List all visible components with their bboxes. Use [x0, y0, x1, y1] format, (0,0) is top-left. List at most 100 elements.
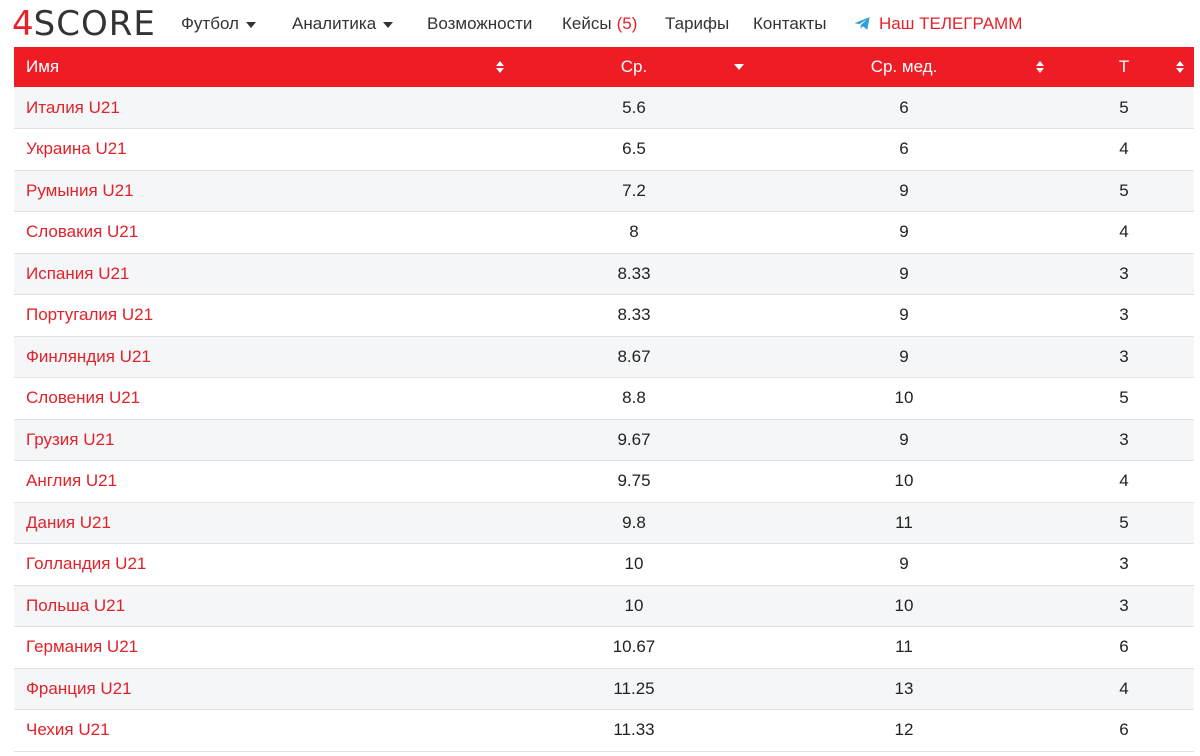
sort-icon — [496, 61, 504, 73]
avg-cell: 8.67 — [617, 346, 651, 366]
team-cell: Испания U21 — [14, 253, 514, 295]
avg-cell: 10 — [624, 595, 644, 615]
avg-cell: 5.6 — [622, 97, 646, 117]
column-header-t[interactable]: Т — [1054, 47, 1194, 87]
team-cell: Португалия U21 — [14, 295, 514, 337]
table-row: Польша U21 10 10 3 — [14, 585, 1194, 627]
avg-cell: 8.8 — [622, 388, 646, 408]
avg-cell: 8.33 — [617, 305, 651, 325]
t-cell: 3 — [1119, 554, 1129, 574]
avg-cell: 10.67 — [612, 637, 656, 657]
team-link[interactable]: Румыния U21 — [26, 181, 134, 200]
nav-cases-label: Кейсы — [562, 13, 612, 33]
nav-analytics-dropdown[interactable]: Аналитика — [292, 0, 394, 47]
t-cell: 4 — [1119, 222, 1129, 242]
table-row: Франция U21 11.25 13 4 — [14, 668, 1194, 710]
median-cell: 13 — [894, 678, 914, 698]
t-cell: 4 — [1119, 678, 1129, 698]
median-cell: 10 — [894, 388, 914, 408]
team-cell: Польша U21 — [14, 585, 514, 627]
nav-football-dropdown[interactable]: Футбол — [181, 0, 256, 47]
sort-icon — [1036, 61, 1044, 73]
team-link[interactable]: Украина U21 — [26, 139, 127, 158]
median-cell: 6 — [899, 139, 909, 159]
column-header-label: Ср. мед. — [870, 57, 938, 76]
team-cell: Украина U21 — [14, 129, 514, 171]
team-link[interactable]: Португалия U21 — [26, 305, 153, 324]
column-header-median[interactable]: Ср. мед. — [754, 47, 1054, 87]
t-cell: 3 — [1119, 429, 1129, 449]
table-row: Словакия U21 8 9 4 — [14, 211, 1194, 254]
table-body: Италия U21 5.6 6 5 Украина U21 6.5 6 4 Румыния U… — [14, 87, 1194, 751]
team-link[interactable]: Франция U21 — [26, 679, 132, 698]
stats-table: Имя Ср. Ср. мед. Т Италия U21 5.6 6 5 Украин… — [14, 47, 1194, 752]
median-cell: 11 — [895, 637, 913, 657]
telegram-plane-icon — [854, 17, 870, 30]
nav-contacts-link[interactable]: Контакты — [753, 0, 826, 47]
median-cell: 9 — [899, 429, 909, 449]
median-cell: 9 — [899, 180, 909, 200]
team-link[interactable]: Италия U21 — [26, 98, 120, 117]
column-header-name[interactable]: Имя — [14, 47, 514, 87]
nav-telegram-link[interactable]: Наш ТЕЛЕГРАММ — [853, 0, 1022, 47]
nav-telegram-label: Наш ТЕЛЕГРАММ — [879, 13, 1023, 33]
table-row: Германия U21 10.67 11 6 — [14, 626, 1194, 668]
avg-cell: 9.67 — [617, 429, 651, 449]
stats-table-container: Имя Ср. Ср. мед. Т Италия U21 5.6 6 5 Украин… — [14, 47, 1194, 752]
team-cell: Франция U21 — [14, 668, 514, 710]
team-link[interactable]: Словакия U21 — [26, 222, 138, 241]
median-cell: 10 — [894, 471, 914, 491]
t-cell: 5 — [1119, 388, 1129, 408]
median-cell: 9 — [899, 554, 909, 574]
table-row: Испания U21 8.33 9 3 — [14, 253, 1194, 295]
team-link[interactable]: Чехия U21 — [26, 720, 110, 739]
logo-digit: 4 — [12, 4, 34, 44]
team-link[interactable]: Словения U21 — [26, 388, 140, 407]
caret-down-icon — [245, 21, 256, 28]
nav-cases-link[interactable]: Кейсы (5) — [562, 0, 637, 47]
avg-cell: 8.33 — [617, 263, 651, 283]
t-cell: 3 — [1119, 305, 1129, 325]
avg-cell: 10 — [624, 554, 644, 574]
team-link[interactable]: Дания U21 — [26, 513, 111, 532]
avg-cell: 8 — [629, 222, 639, 242]
avg-cell: 9.8 — [622, 512, 646, 532]
nav-analytics-label: Аналитика — [292, 13, 377, 33]
table-row: Англия U21 9.75 10 4 — [14, 460, 1194, 503]
nav-football-label: Футбол — [181, 13, 239, 33]
site-logo[interactable]: 4 SCORE — [12, 4, 156, 44]
team-link[interactable]: Польша U21 — [26, 596, 125, 615]
nav-contacts-label: Контакты — [753, 13, 827, 33]
nav-features-link[interactable]: Возможности — [427, 0, 532, 47]
team-cell: Англия U21 — [14, 461, 514, 503]
team-link[interactable]: Испания U21 — [26, 264, 129, 283]
team-cell: Грузия U21 — [14, 419, 514, 461]
column-header-avg[interactable]: Ср. — [514, 47, 754, 87]
table-header-row: Имя Ср. Ср. мед. Т — [14, 47, 1194, 87]
team-cell: Финляндия U21 — [14, 336, 514, 378]
team-cell: Словакия U21 — [14, 212, 514, 254]
team-link[interactable]: Грузия U21 — [26, 430, 114, 449]
team-link[interactable]: Германия U21 — [26, 637, 138, 656]
avg-cell: 6.5 — [622, 139, 646, 159]
column-header-label: Ср. — [620, 57, 648, 76]
table-row: Дания U21 9.8 11 5 — [14, 502, 1194, 544]
avg-cell: 11.25 — [613, 678, 655, 698]
t-cell: 4 — [1119, 139, 1129, 159]
team-link[interactable]: Финляндия U21 — [26, 347, 151, 366]
table-row: Чехия U21 11.33 12 6 — [14, 709, 1194, 751]
team-link[interactable]: Голландия U21 — [26, 554, 146, 573]
table-row: Румыния U21 7.2 9 5 — [14, 170, 1194, 212]
column-header-label: Т — [1118, 57, 1130, 76]
nav-pricing-link[interactable]: Тарифы — [665, 0, 729, 47]
table-row: Финляндия U21 8.67 9 3 — [14, 336, 1194, 378]
table-row: Украина U21 6.5 6 4 — [14, 128, 1194, 171]
nav-features-label: Возможности — [427, 13, 533, 33]
t-cell: 3 — [1119, 346, 1129, 366]
team-link[interactable]: Англия U21 — [26, 471, 117, 490]
t-cell: 4 — [1119, 471, 1129, 491]
t-cell: 5 — [1119, 512, 1129, 532]
team-cell: Румыния U21 — [14, 170, 514, 212]
table-row: Словения U21 8.8 10 5 — [14, 377, 1194, 419]
team-cell: Италия U21 — [14, 87, 514, 129]
